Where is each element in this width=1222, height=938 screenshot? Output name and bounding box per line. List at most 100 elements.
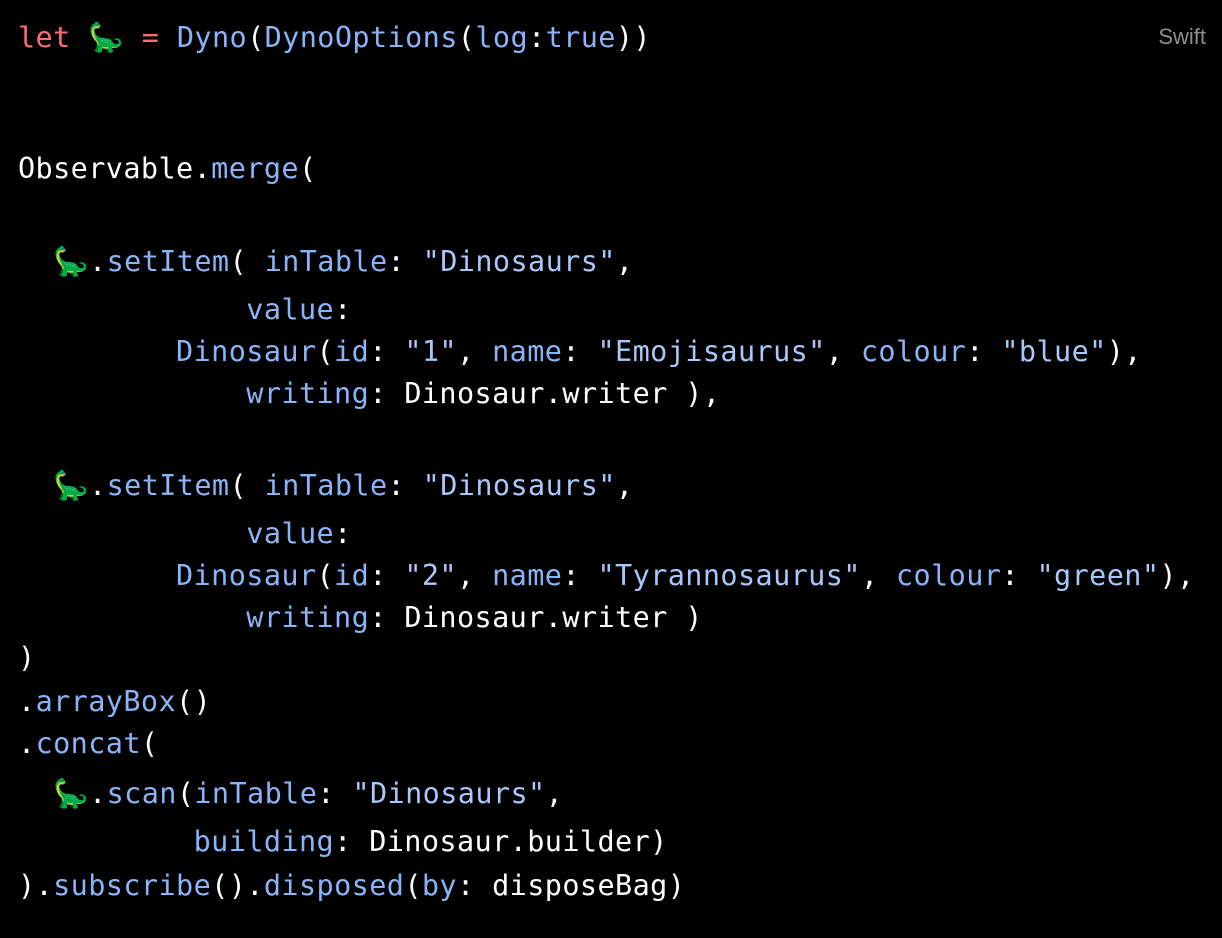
- code-token: (: [229, 245, 248, 278]
- dinosaur-emoji-icon: 🦕: [53, 245, 90, 278]
- code-token: setItem: [106, 469, 230, 502]
- code-token: :: [457, 869, 493, 902]
- code-token: =: [141, 21, 160, 54]
- code-token: colour: [860, 335, 967, 368]
- code-token: )): [615, 21, 651, 54]
- code-token: .: [18, 727, 36, 760]
- code-line: building: Dinosaur.builder): [18, 824, 668, 860]
- dinosaur-emoji-icon: 🦕: [88, 21, 125, 54]
- code-token: disposed: [263, 869, 405, 902]
- code-line: 🦕.scan(inTable: "Dinosaurs",: [18, 776, 563, 812]
- code-line: 🦕.setItem( inTable: "Dinosaurs",: [18, 468, 633, 504]
- code-token: .: [193, 152, 212, 185]
- code-token: value: [246, 517, 335, 550]
- code-token: writing: [246, 601, 370, 634]
- code-token: "Dinosaurs": [422, 469, 616, 502]
- code-token: Dinosaur: [176, 335, 317, 368]
- language-label: Swift: [1158, 24, 1206, 49]
- code-token: :: [369, 377, 405, 410]
- code-token: (: [457, 21, 476, 54]
- code-token: "blue": [1001, 335, 1107, 368]
- code-line: writing: Dinosaur.writer ),: [18, 376, 720, 412]
- code-token: :: [387, 245, 423, 278]
- code-token: disposeBag): [492, 869, 686, 902]
- code-token: by: [421, 869, 457, 902]
- code-token: ,: [825, 335, 861, 368]
- code-token: ),: [1106, 335, 1142, 368]
- code-token: ().: [211, 869, 264, 902]
- code-token: "Dinosaurs": [352, 777, 546, 810]
- code-line: 🦕.setItem( inTable: "Dinosaurs",: [18, 244, 633, 280]
- code-token: Observable: [18, 152, 194, 185]
- code-token: concat: [35, 727, 141, 760]
- code-line: writing: Dinosaur.writer ): [18, 600, 703, 636]
- code-token: building: [193, 825, 335, 858]
- code-token: setItem: [106, 245, 230, 278]
- code-token: .: [89, 777, 107, 810]
- code-token: .: [89, 245, 107, 278]
- dinosaur-emoji-icon: 🦕: [53, 777, 90, 810]
- code-token: (: [140, 727, 159, 760]
- code-line: Dinosaur(id: "2", name: "Tyrannosaurus",…: [18, 558, 1195, 594]
- code-token: subscribe: [53, 869, 212, 902]
- code-line: Observable.merge(: [18, 151, 317, 187]
- code-token: :: [369, 559, 405, 592]
- code-token: merge: [211, 152, 299, 185]
- code-line: .concat(: [18, 726, 158, 762]
- code-token: arrayBox: [35, 685, 177, 718]
- code-token: Dyno: [176, 21, 248, 54]
- code-token: ,: [457, 559, 493, 592]
- code-token: inTable: [264, 469, 388, 502]
- code-token: name: [492, 335, 563, 368]
- code-token: scan: [106, 777, 177, 810]
- code-token: ,: [545, 777, 564, 810]
- code-line: ): [18, 640, 36, 676]
- code-token: :: [387, 469, 423, 502]
- code-token: :: [562, 559, 598, 592]
- code-token: inTable: [264, 245, 388, 278]
- code-token: value: [246, 293, 335, 326]
- code-token: "Dinosaurs": [422, 245, 616, 278]
- code-token: Dinosaur: [176, 559, 317, 592]
- code-token: true: [545, 21, 616, 54]
- code-token: "Emojisaurus": [597, 335, 826, 368]
- code-token: ,: [702, 377, 721, 410]
- code-token: Dinosaur.writer ): [404, 377, 703, 410]
- code-line: let 🦕 = Dyno(DynoOptions(log:true)): [18, 20, 651, 56]
- code-token: "1": [404, 335, 457, 368]
- code-token: (: [316, 559, 335, 592]
- code-block: Swift let 🦕 = Dyno(DynoOptions(log:true)…: [0, 0, 1222, 938]
- code-token: log: [475, 21, 529, 54]
- code-token: let: [18, 21, 71, 54]
- code-token: (: [229, 469, 248, 502]
- code-line: value:: [18, 292, 352, 328]
- code-token: (: [298, 152, 317, 185]
- code-token: (: [404, 869, 422, 902]
- code-token: Dinosaur.builder): [369, 825, 668, 858]
- code-token: writing: [246, 377, 370, 410]
- code-token: ).: [18, 869, 54, 902]
- code-token: Dinosaur.writer ): [404, 601, 703, 634]
- code-token: name: [492, 559, 563, 592]
- code-token: (: [247, 21, 265, 54]
- code-token: inTable: [194, 777, 318, 810]
- code-token: "green": [1036, 559, 1160, 592]
- code-token: :: [966, 335, 1002, 368]
- code-token: :: [369, 601, 405, 634]
- code-line: ).subscribe().disposed(by: disposeBag): [18, 868, 685, 904]
- code-token: ,: [860, 559, 896, 592]
- code-token: .: [89, 469, 107, 502]
- code-token: ): [18, 641, 36, 674]
- code-token: :: [334, 517, 352, 550]
